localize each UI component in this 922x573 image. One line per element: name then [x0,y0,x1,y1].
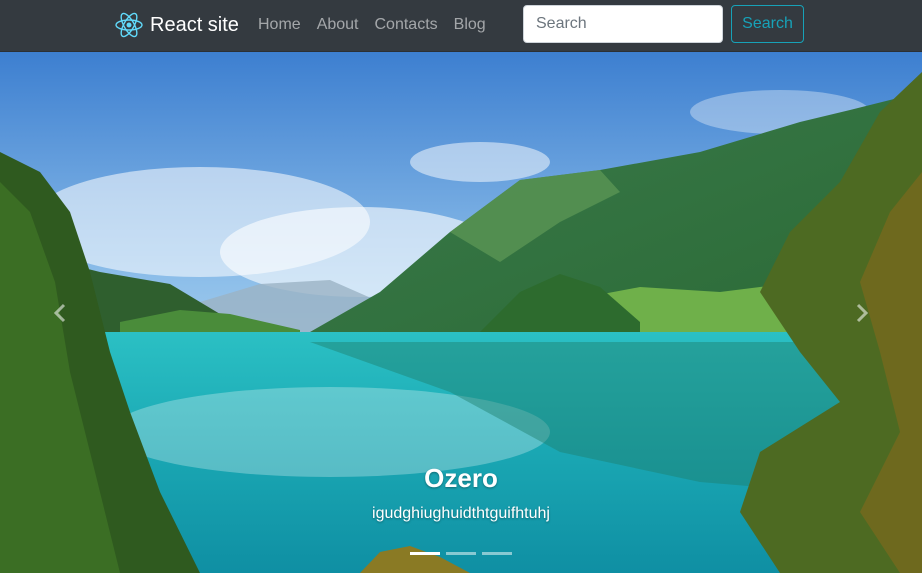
navbar: React site Home About Contacts Blog Sear… [0,0,922,52]
nav-link-about[interactable]: About [317,13,359,37]
chevron-right-icon [856,303,869,322]
chevron-left-icon [53,303,66,322]
search-input[interactable] [523,5,723,43]
nav-links: Home About Contacts Blog [258,13,502,37]
brand-text: React site [150,14,239,36]
nav-link-contacts[interactable]: Contacts [375,13,438,37]
search-button[interactable]: Search [731,5,804,43]
nav-link-home[interactable]: Home [258,13,301,37]
carousel-indicator-2[interactable] [446,552,476,555]
nav-link-blog[interactable]: Blog [454,13,486,37]
carousel: Ozero igudghiughuidthtguifhtuhj [0,52,922,573]
carousel-indicator-3[interactable] [482,552,512,555]
react-logo-icon [115,12,143,38]
carousel-indicator-1[interactable] [410,552,440,555]
brand-link[interactable]: React site [114,10,239,40]
carousel-indicators [0,550,922,558]
slide-caption-title: Ozero [424,463,498,493]
slide-caption-text: igudghiughuidthtguifhtuhj [372,505,550,522]
